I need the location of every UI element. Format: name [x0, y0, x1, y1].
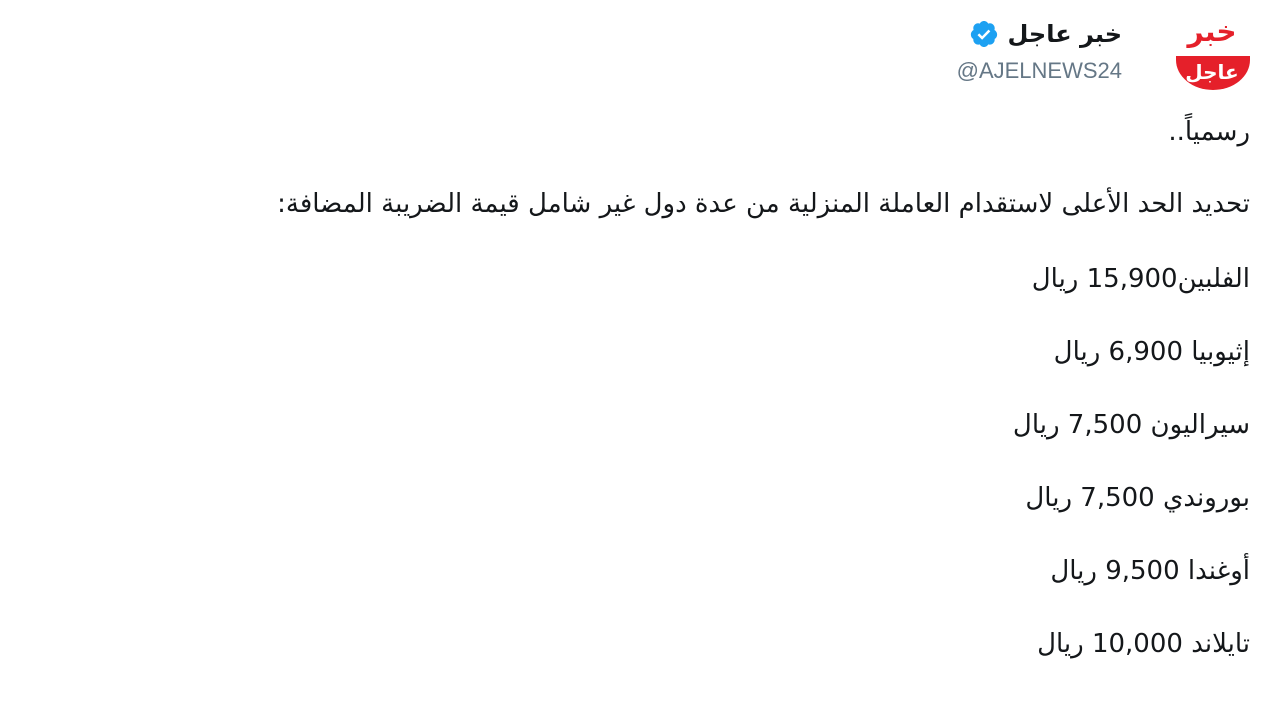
country-name: أوغندا: [1187, 556, 1250, 586]
price-amount: 15,900: [1086, 264, 1178, 294]
currency-label: ريال: [1012, 410, 1060, 440]
tweet-headline: تحديد الحد الأعلى لاستقدام العاملة المنز…: [277, 189, 1250, 219]
tweet-intro: رسمياً..: [1168, 117, 1250, 147]
country-name: الفلبين: [1177, 264, 1250, 294]
country-name: سيراليون: [1150, 410, 1251, 440]
verified-badge-icon: [969, 19, 999, 49]
account-handle[interactable]: @AJELNEWS24: [957, 58, 1122, 84]
name-row: خبر عاجل: [957, 14, 1122, 54]
currency-label: ريال: [1031, 264, 1079, 294]
avatar[interactable]: خبر عاجل: [1172, 12, 1252, 90]
price-item: بوروندي 7,500 ريال: [130, 480, 1250, 516]
currency-label: ريال: [1025, 483, 1073, 513]
tweet-text: رسمياً.. تحديد الحد الأعلى لاستقدام العا…: [130, 112, 1250, 662]
price-item: أوغندا 9,500 ريال: [130, 553, 1250, 589]
currency-label: ريال: [1050, 556, 1097, 586]
price-amount: 10,000: [1091, 629, 1183, 659]
user-info: خبر عاجل @AJELNEWS24: [957, 14, 1122, 84]
currency-label: ريال: [1037, 629, 1084, 659]
price-amount: 9,500: [1105, 556, 1180, 586]
price-list: الفلبين15,900 ريال إثيوبيا 6,900 ريال سي…: [130, 261, 1250, 662]
country-name: إثيوبيا: [1191, 337, 1250, 367]
price-item: تايلاند 10,000 ريال: [130, 626, 1250, 662]
price-item: سيراليون 7,500 ريال: [130, 407, 1250, 443]
price-item: إثيوبيا 6,900 ريال: [130, 334, 1250, 370]
avatar-top-text: خبر: [1187, 15, 1237, 48]
display-name[interactable]: خبر عاجل: [1007, 20, 1122, 48]
tweet-card: خبر عاجل خبر عاجل @AJELNEWS24 رسمياً.. ت…: [0, 0, 1280, 720]
country-name: تايلاند: [1191, 629, 1250, 659]
price-amount: 6,900: [1108, 337, 1183, 367]
country-name: بوروندي: [1162, 483, 1250, 513]
price-amount: 7,500: [1080, 483, 1155, 513]
price-item: الفلبين15,900 ريال: [130, 261, 1250, 297]
price-amount: 7,500: [1067, 410, 1143, 440]
avatar-badge-text: عاجل: [1185, 60, 1239, 84]
currency-label: ريال: [1053, 337, 1101, 367]
